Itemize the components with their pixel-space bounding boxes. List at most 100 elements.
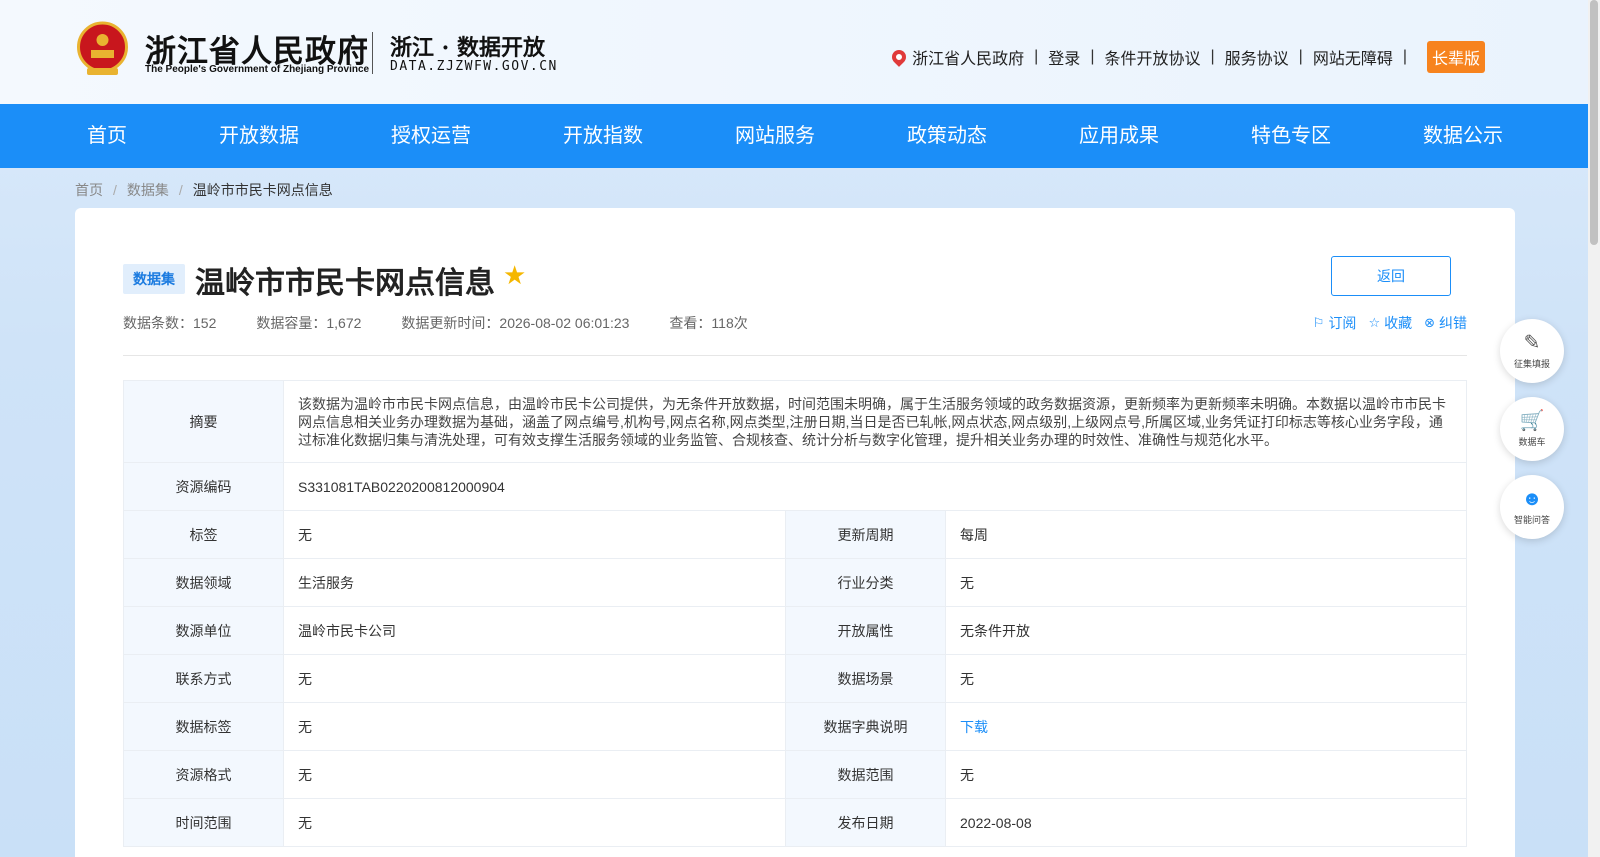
top-header: 浙江省人民政府 The People's Government of Zheji…	[0, 0, 1588, 104]
robot-icon: ☻	[1521, 488, 1543, 510]
summary-text: 该数据为温岭市市民卡网点信息，由温岭市民卡公司提供，为无条件开放数据，时间范围未…	[283, 380, 1467, 463]
record-count: 数据条数：152	[123, 315, 217, 331]
table-row: 数据领域 生活服务 行业分类 无	[123, 558, 1467, 607]
star-icon[interactable]: ★	[503, 262, 526, 288]
accessibility-link[interactable]: 网站无障碍	[1313, 45, 1393, 69]
table-row: 联系方式 无 数据场景 无	[123, 654, 1467, 703]
breadcrumb-home[interactable]: 首页	[75, 180, 103, 200]
nav-item-open-index[interactable]: 开放指数	[563, 104, 643, 168]
favorite-button[interactable]: ☆ 收藏	[1368, 313, 1412, 333]
separator: |	[1034, 48, 1039, 65]
table-row: 资源编码 S331081TAB0220200812000904	[123, 462, 1467, 511]
separator: |	[1090, 48, 1095, 65]
row-value: 无	[945, 558, 1467, 607]
page-title: 温岭市市民卡网点信息	[195, 267, 495, 300]
dataset-badge: 数据集	[123, 264, 185, 294]
row-value: 2022-08-08	[945, 798, 1467, 847]
location-icon	[889, 47, 910, 67]
nav-item-special-zone[interactable]: 特色专区	[1251, 104, 1331, 168]
nav-item-authorized-ops[interactable]: 授权运营	[391, 104, 471, 168]
row-value: 无	[283, 750, 786, 799]
divider	[123, 355, 1467, 356]
dataset-info-table: 摘要 该数据为温岭市市民卡网点信息，由温岭市民卡公司提供，为无条件开放数据，时间…	[123, 380, 1467, 847]
dictionary-download-link[interactable]: 下载	[960, 719, 988, 735]
login-link[interactable]: 登录	[1048, 45, 1080, 69]
scrollbar[interactable]	[1588, 0, 1600, 857]
separator: |	[1298, 48, 1303, 65]
qa-label: 智能问答	[1513, 515, 1550, 525]
table-row: 数源单位 温岭市民卡公司 开放属性 无条件开放	[123, 606, 1467, 655]
row-value: 无条件开放	[945, 606, 1467, 655]
platform-title: 浙江 · 数据开放	[390, 35, 545, 61]
breadcrumb-current: 温岭市市民卡网点信息	[192, 182, 333, 198]
main-nav: 首页 开放数据 授权运营 开放指数 网站服务 政策动态 应用成果 特色专区 数据…	[0, 104, 1588, 168]
row-value: 无	[283, 654, 786, 703]
edit-form-icon: ✎	[1523, 332, 1541, 354]
scrollbar-thumb[interactable]	[1590, 0, 1598, 245]
province-link[interactable]: 浙江省人民政府	[912, 45, 1024, 69]
row-value: 下载	[945, 702, 1467, 751]
subscribe-label: 订阅	[1328, 315, 1357, 331]
view-count: 查看：118次	[669, 315, 748, 331]
nav-item-site-services[interactable]: 网站服务	[735, 104, 815, 168]
nav-item-applications[interactable]: 应用成果	[1079, 104, 1159, 168]
row-value: 无	[283, 798, 786, 847]
row-key: 数源单位	[123, 606, 284, 655]
top-links: 浙江省人民政府 | 登录 | 条件开放协议 | 服务协议 | 网站无障碍 | 长…	[889, 41, 1485, 73]
row-key: 数据范围	[785, 750, 946, 799]
elder-mode-button[interactable]: 长辈版	[1426, 41, 1485, 73]
row-key: 联系方式	[123, 654, 284, 703]
nav-item-policy[interactable]: 政策动态	[907, 104, 987, 168]
service-agreement-link[interactable]: 服务协议	[1225, 45, 1289, 69]
row-key: 资源格式	[123, 750, 284, 799]
dataset-meta: 数据条数：152 数据容量：1,672 数据更新时间：2026-08-02 06…	[123, 313, 788, 333]
nav-item-data-disclosure[interactable]: 数据公示	[1423, 104, 1503, 168]
row-value: 每周	[945, 510, 1467, 559]
star-outline-icon: ☆	[1368, 315, 1381, 330]
nav-item-open-data[interactable]: 开放数据	[219, 104, 299, 168]
dataset-card: 数据集 温岭市市民卡网点信息 ★ 返回 数据条数：152 数据容量：1,672 …	[75, 208, 1515, 857]
breadcrumb: 首页 / 数据集 / 温岭市市民卡网点信息	[75, 180, 333, 200]
cart-icon: 🛒	[1519, 410, 1545, 432]
table-row: 数据标签 无 数据字典说明 下载	[123, 702, 1467, 751]
row-key: 标签	[123, 510, 284, 559]
row-value: 无	[283, 510, 786, 559]
row-key: 数据标签	[123, 702, 284, 751]
row-value: 无	[945, 750, 1467, 799]
row-value: 无	[945, 654, 1467, 703]
favorite-label: 收藏	[1384, 315, 1413, 331]
error-circle-icon: ⊗	[1424, 315, 1435, 330]
row-key: 数据领域	[123, 558, 284, 607]
table-row: 标签 无 更新周期 每周	[123, 510, 1467, 559]
cart-label: 数据车	[1518, 437, 1546, 447]
data-cart-button[interactable]: 🛒 数据车	[1500, 397, 1564, 461]
resource-code-label: 资源编码	[123, 462, 284, 511]
table-row: 时间范围 无 发布日期 2022-08-08	[123, 798, 1467, 847]
collect-form-button[interactable]: ✎ 征集填报	[1500, 319, 1564, 383]
breadcrumb-datasets[interactable]: 数据集	[127, 180, 169, 200]
back-button[interactable]: 返回	[1331, 256, 1451, 296]
breadcrumb-separator: /	[113, 182, 117, 198]
row-key: 时间范围	[123, 798, 284, 847]
report-label: 纠错	[1439, 315, 1467, 331]
report-error-button[interactable]: ⊗ 纠错	[1424, 313, 1467, 333]
nav-item-home[interactable]: 首页	[87, 104, 127, 168]
separator: |	[1210, 48, 1215, 65]
row-key: 行业分类	[785, 558, 946, 607]
table-row: 资源格式 无 数据范围 无	[123, 750, 1467, 799]
smart-qa-button[interactable]: ☻ 智能问答	[1500, 475, 1564, 539]
table-row: 摘要 该数据为温岭市市民卡网点信息，由温岭市民卡公司提供，为无条件开放数据，时间…	[123, 380, 1467, 463]
data-size: 数据容量：1,672	[256, 315, 362, 331]
bookmark-icon: ⚐	[1312, 315, 1325, 330]
row-key: 数据字典说明	[785, 702, 946, 751]
row-key: 数据场景	[785, 654, 946, 703]
subscribe-button[interactable]: ⚐ 订阅	[1313, 313, 1357, 333]
breadcrumb-separator: /	[178, 182, 183, 198]
row-key: 开放属性	[785, 606, 946, 655]
platform-domain: DATA.ZJZWFW.GOV.CN	[390, 59, 558, 74]
resource-code-value: S331081TAB0220200812000904	[283, 462, 1467, 511]
conditional-agreement-link[interactable]: 条件开放协议	[1104, 45, 1200, 69]
collect-label: 征集填报	[1513, 359, 1550, 369]
national-emblem-icon	[77, 21, 128, 75]
gov-subtitle: The People's Government of Zhejiang Prov…	[145, 64, 370, 75]
